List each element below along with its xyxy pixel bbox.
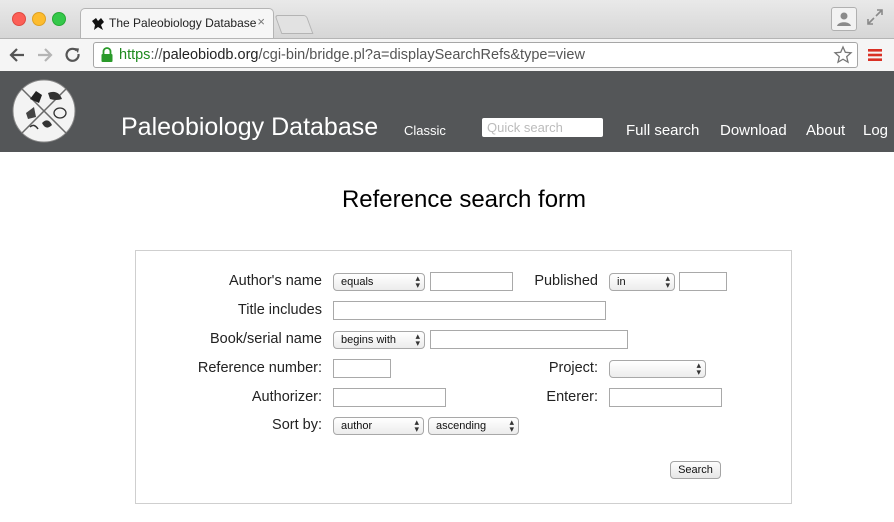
- sort-field-value: author: [341, 420, 373, 432]
- site-header: Paleobiology Database Classic Full searc…: [0, 71, 894, 152]
- enterer-input[interactable]: [609, 388, 722, 407]
- tab-close-icon[interactable]: ×: [257, 14, 265, 29]
- reference-number-label: Reference number:: [197, 360, 322, 376]
- pbdb-favicon-icon: [92, 18, 104, 30]
- search-button[interactable]: Search: [670, 461, 721, 479]
- forward-arrow-icon[interactable]: [36, 46, 54, 64]
- fullscreen-icon[interactable]: [866, 8, 884, 26]
- project-label: Project:: [548, 360, 598, 376]
- nav-log-link[interactable]: Log: [863, 122, 888, 139]
- new-tab-button[interactable]: [274, 15, 314, 34]
- browser-titlebar: The Paleobiology Database ×: [0, 0, 894, 39]
- pbdb-logo-icon[interactable]: [12, 79, 76, 143]
- published-year-input[interactable]: [679, 272, 727, 291]
- enterer-label: Enterer:: [546, 389, 598, 405]
- select-arrows-icon: ▴ ▾: [509, 417, 514, 434]
- lock-icon: [101, 47, 113, 62]
- select-arrows-icon: ▴ ▾: [415, 331, 420, 348]
- browser-tab-active[interactable]: The Paleobiology Database ×: [80, 8, 274, 39]
- book-match-value: begins with: [341, 334, 397, 346]
- reference-number-input[interactable]: [333, 359, 391, 378]
- select-arrows-icon: ▴ ▾: [696, 360, 701, 377]
- title-includes-input[interactable]: [333, 301, 606, 320]
- back-arrow-icon[interactable]: [8, 46, 26, 64]
- published-label: Published: [534, 273, 598, 289]
- window-maximize-button[interactable]: [52, 12, 66, 26]
- url-separator: ://: [150, 47, 163, 63]
- site-title[interactable]: Paleobiology Database: [121, 113, 378, 142]
- page-title: Reference search form: [341, 186, 587, 213]
- select-arrows-icon: ▴ ▾: [665, 273, 670, 290]
- url-text[interactable]: https://paleobiodb.org/cgi-bin/bridge.pl…: [119, 47, 585, 63]
- profile-button[interactable]: [831, 7, 857, 31]
- person-icon: [837, 12, 851, 26]
- book-match-select[interactable]: begins with ▴ ▾: [333, 331, 425, 349]
- window-minimize-button[interactable]: [32, 12, 46, 26]
- published-match-select[interactable]: in ▴ ▾: [609, 273, 675, 291]
- nav-download-link[interactable]: Download: [720, 122, 787, 139]
- tab-title: The Paleobiology Database: [109, 16, 257, 30]
- project-select[interactable]: ▴ ▾: [609, 360, 706, 378]
- url-path: /cgi-bin/bridge.pl?a=displaySearchRefs&t…: [258, 47, 585, 63]
- book-serial-input[interactable]: [430, 330, 628, 349]
- book-serial-label: Book/serial name: [209, 331, 322, 347]
- author-name-label: Author's name: [228, 273, 322, 289]
- hamburger-menu-icon[interactable]: [867, 47, 883, 63]
- select-arrows-icon: ▴ ▾: [415, 273, 420, 290]
- title-includes-label: Title includes: [237, 302, 322, 318]
- reload-icon[interactable]: [64, 46, 82, 64]
- sort-field-select[interactable]: author ▴ ▾: [333, 417, 424, 435]
- select-arrows-icon: ▴ ▾: [414, 417, 419, 434]
- sort-by-label: Sort by:: [272, 417, 322, 433]
- url-host: paleobiodb.org: [162, 47, 259, 63]
- author-match-value: equals: [341, 276, 374, 288]
- sort-order-select[interactable]: ascending ▴ ▾: [428, 417, 519, 435]
- published-match-value: in: [617, 276, 626, 288]
- browser-toolbar: https://paleobiodb.org/cgi-bin/bridge.pl…: [0, 38, 894, 72]
- authorizer-input[interactable]: [333, 388, 446, 407]
- bookmark-star-icon[interactable]: [833, 45, 853, 65]
- nav-full-search-link[interactable]: Full search: [626, 122, 699, 139]
- url-scheme: https: [119, 47, 151, 63]
- nav-classic-link[interactable]: Classic: [404, 123, 446, 138]
- quick-search-input[interactable]: [482, 118, 603, 137]
- authorizer-label: Authorizer:: [251, 389, 322, 405]
- window-close-button[interactable]: [12, 12, 26, 26]
- address-bar[interactable]: https://paleobiodb.org/cgi-bin/bridge.pl…: [93, 42, 858, 68]
- nav-about-link[interactable]: About: [806, 122, 845, 139]
- author-name-input[interactable]: [430, 272, 513, 291]
- sort-order-value: ascending: [436, 420, 487, 432]
- author-match-select[interactable]: equals ▴ ▾: [333, 273, 425, 291]
